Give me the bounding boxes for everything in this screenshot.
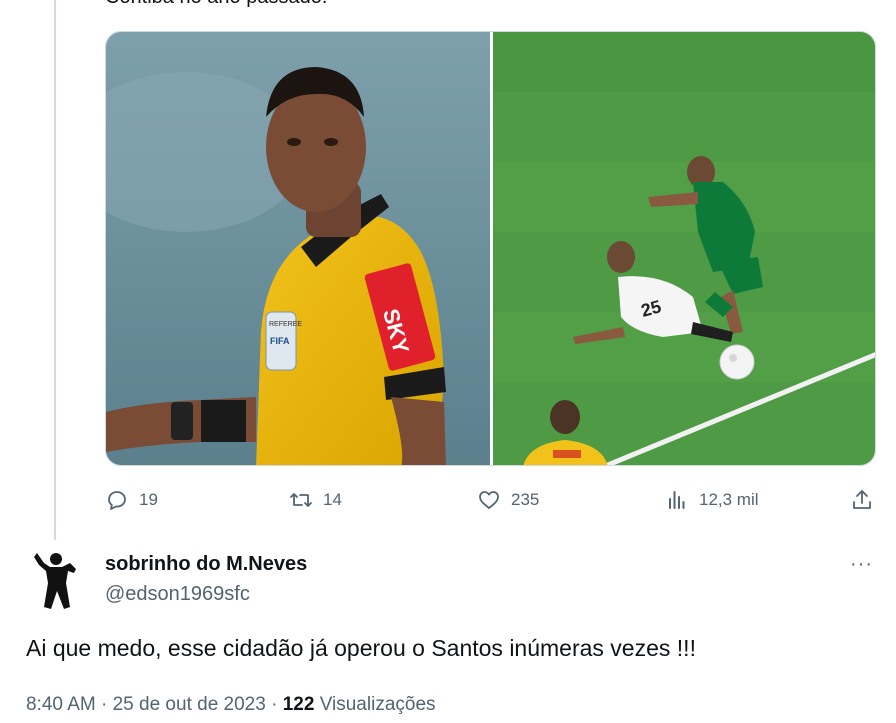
repost-icon: [290, 493, 312, 507]
media-grid[interactable]: SKY REFEREE FIFA 25: [105, 31, 876, 466]
meta-separator: ·: [271, 694, 278, 715]
share-action[interactable]: [850, 486, 874, 514]
football-foul-photo[interactable]: 25: [493, 32, 875, 465]
tweet-actions: 19 14 235 12,3 mil: [105, 486, 876, 514]
previous-tweet-text: Coritiba no ano passado.: [105, 0, 327, 9]
repost-action[interactable]: 14: [289, 486, 342, 514]
repost-count: 14: [323, 490, 342, 509]
share-icon: [853, 490, 871, 509]
badge-referee-label: REFEREE: [269, 321, 302, 328]
meta-separator: ·: [101, 694, 108, 715]
heart-icon: [479, 491, 499, 509]
views-count: 12,3 mil: [699, 490, 759, 509]
silhouette-avatar-icon: [34, 553, 76, 609]
referee-photo[interactable]: SKY REFEREE FIFA: [106, 32, 490, 465]
tweet-meta: 8:40 AM · 25 de out de 2023 · 122 Visual…: [26, 694, 436, 716]
display-name[interactable]: sobrinho do M.Neves: [105, 553, 307, 576]
like-action[interactable]: 235: [477, 486, 539, 514]
like-count: 235: [511, 490, 540, 509]
avatar[interactable]: [34, 549, 80, 611]
views-number: 122: [282, 694, 315, 715]
reply-icon: [108, 491, 126, 510]
badge-fifa-label: FIFA: [270, 336, 290, 346]
reply-action[interactable]: 19: [105, 486, 158, 514]
views-bar-chart-icon: [669, 491, 685, 509]
more-options-icon[interactable]: ···: [850, 553, 873, 576]
tweet-text: Ai que medo, esse cidadão já operou o Sa…: [26, 635, 696, 661]
handle[interactable]: @edson1969sfc: [105, 583, 250, 606]
thread-line: [54, 0, 56, 540]
views-label: Visualizações: [319, 694, 436, 715]
reply-count: 19: [139, 490, 158, 509]
tweet-date[interactable]: 25 de out de 2023: [113, 694, 266, 715]
tweet-time[interactable]: 8:40 AM: [26, 694, 96, 715]
views-action[interactable]: 12,3 mil: [665, 486, 759, 514]
